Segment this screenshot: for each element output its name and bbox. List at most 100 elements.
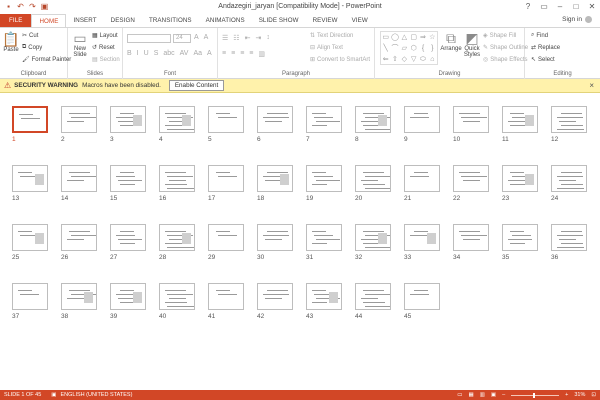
slide-sorter-view-icon[interactable]: ▦ [468,392,473,398]
sign-in-link[interactable]: Sign in [562,16,592,23]
justify-icon[interactable]: ≡ [249,50,253,58]
slide-thumbnail[interactable] [502,106,538,133]
slide-thumbnail[interactable] [61,165,97,192]
minimize-button[interactable]: – [554,1,566,12]
slide-thumbnail[interactable] [404,106,440,133]
slide-thumbnail[interactable] [61,283,97,310]
grow-font-button[interactable]: A [194,34,199,41]
increase-indent-icon[interactable]: ⇥ [255,34,261,42]
slide-thumbnail[interactable] [12,106,48,133]
down-triangle-shape-icon[interactable]: ▽ [409,54,418,65]
find-button[interactable]: ⌕ Find [531,32,548,39]
convert-smartart-button[interactable]: ⊞ Convert to SmartArt [310,56,370,64]
slide-thumbnail[interactable] [306,283,342,310]
slide-thumbnail[interactable] [306,106,342,133]
arc-shape-icon[interactable]: ⌒ [390,43,399,54]
slide-thumbnail[interactable] [306,165,342,192]
close-icon[interactable]: × [589,81,594,90]
slide-thumbnail[interactable] [110,283,146,310]
line-spacing-icon[interactable]: ↕ [266,34,270,42]
slide-thumbnail[interactable] [208,224,244,251]
ribbon-display-button[interactable]: ▭ [538,1,550,12]
text-direction-button[interactable]: ⇅ Text Direction [310,32,353,40]
shapes-gallery[interactable]: ▭ ◯ △ ▢ ⇒ ☆ ╲ ⌒ ▱ ⬡ { } ⇐ ⇧ ◇ ▽ ⬭ ⌂ [380,31,438,65]
quick-styles-button[interactable]: ◩ Quick Styles [462,30,482,58]
slide-thumbnail[interactable] [502,224,538,251]
slide-thumbnail[interactable] [12,224,48,251]
cut-button[interactable]: ✂ Cut [22,32,38,40]
slide-thumbnail[interactable] [306,224,342,251]
slide-thumbnail[interactable] [208,106,244,133]
align-center-icon[interactable]: ≡ [231,50,235,58]
underline-button[interactable]: U [144,50,149,57]
shape-outline-button[interactable]: ✎ Shape Outline [483,44,528,52]
reset-button[interactable]: ↺ Reset [92,44,115,52]
slide-thumbnail[interactable] [355,165,391,192]
paste-button[interactable]: 📋 Paste [2,31,20,53]
italic-button[interactable]: I [137,50,139,57]
slide-thumbnail[interactable] [355,224,391,251]
slide-thumbnail[interactable] [12,283,48,310]
shape-fill-button[interactable]: ◈ Shape Fill [483,32,516,40]
font-size-box[interactable]: 24 [173,34,191,43]
slideshow-view-icon[interactable]: ▣ [491,392,496,398]
tab-animations[interactable]: ANIMATIONS [199,14,252,27]
columns-icon[interactable]: ▥ [258,50,265,58]
spellcheck-icon[interactable]: ▣ [51,392,56,398]
language-indicator[interactable]: ENGLISH (UNITED STATES) [61,392,133,398]
new-slide-button[interactable]: ▭ New Slide [70,30,90,58]
font-name-box[interactable] [127,34,171,43]
slide-thumbnail[interactable] [257,224,293,251]
slide-thumbnail[interactable] [208,283,244,310]
strikethrough-button[interactable]: abc [163,50,174,57]
ellipse-shape-icon[interactable]: ⬭ [418,54,427,65]
section-button[interactable]: ▤ Section [92,56,120,64]
tab-design[interactable]: DESIGN [104,14,142,27]
left-arrow-shape-icon[interactable]: ⇐ [381,54,390,65]
tab-slide-show[interactable]: SLIDE SHOW [252,14,306,27]
arrange-button[interactable]: ⧉ Arrange [440,30,462,52]
font-color-button[interactable]: A [207,50,212,57]
tab-view[interactable]: VIEW [345,14,375,27]
slide-thumbnail[interactable] [551,165,587,192]
slide-thumbnail[interactable] [159,283,195,310]
slide-thumbnail[interactable] [208,165,244,192]
line-shape-icon[interactable]: ╲ [381,43,390,54]
numbering-icon[interactable]: ☷ [233,34,239,42]
slide-thumbnail[interactable] [61,224,97,251]
slide-thumbnail[interactable] [257,165,293,192]
select-button[interactable]: ↖ Select [531,56,555,64]
pentagon-shape-icon[interactable]: ⌂ [428,54,437,65]
fit-to-window-icon[interactable]: ⊡ [591,392,596,398]
hexagon-shape-icon[interactable]: ⬡ [409,43,418,54]
tab-home[interactable]: HOME [31,14,67,27]
zoom-out-button[interactable]: – [502,392,505,398]
char-spacing-button[interactable]: AV [180,50,189,57]
slide-thumbnail[interactable] [110,165,146,192]
slide-thumbnail[interactable] [355,283,391,310]
arrow-shape-icon[interactable]: ⇒ [418,32,427,43]
normal-view-icon[interactable]: ▭ [457,392,462,398]
shrink-font-button[interactable]: A [204,34,209,41]
slide-thumbnail[interactable] [404,165,440,192]
slide-thumbnail[interactable] [110,224,146,251]
tab-file[interactable]: FILE [0,14,32,27]
reading-view-icon[interactable]: ▥ [480,392,485,398]
replace-button[interactable]: ⇄ Replace [531,44,560,52]
tab-review[interactable]: REVIEW [306,14,345,27]
slide-thumbnail[interactable] [61,106,97,133]
align-text-button[interactable]: ⊟ Align Text [310,44,343,52]
slide-thumbnail[interactable] [551,106,587,133]
tab-insert[interactable]: INSERT [66,14,103,27]
copy-button[interactable]: ⧉ Copy [22,44,42,51]
zoom-in-button[interactable]: + [565,392,568,398]
slide-thumbnail[interactable] [502,165,538,192]
right-brace-shape-icon[interactable]: } [428,43,437,54]
parallelogram-shape-icon[interactable]: ▱ [400,43,409,54]
slide-thumbnail[interactable] [551,224,587,251]
enable-content-button[interactable]: Enable Content [168,80,225,91]
maximize-button[interactable]: □ [570,1,582,12]
slide-thumbnail[interactable] [110,106,146,133]
slide-thumbnail[interactable] [453,224,489,251]
slide-thumbnail[interactable] [257,106,293,133]
